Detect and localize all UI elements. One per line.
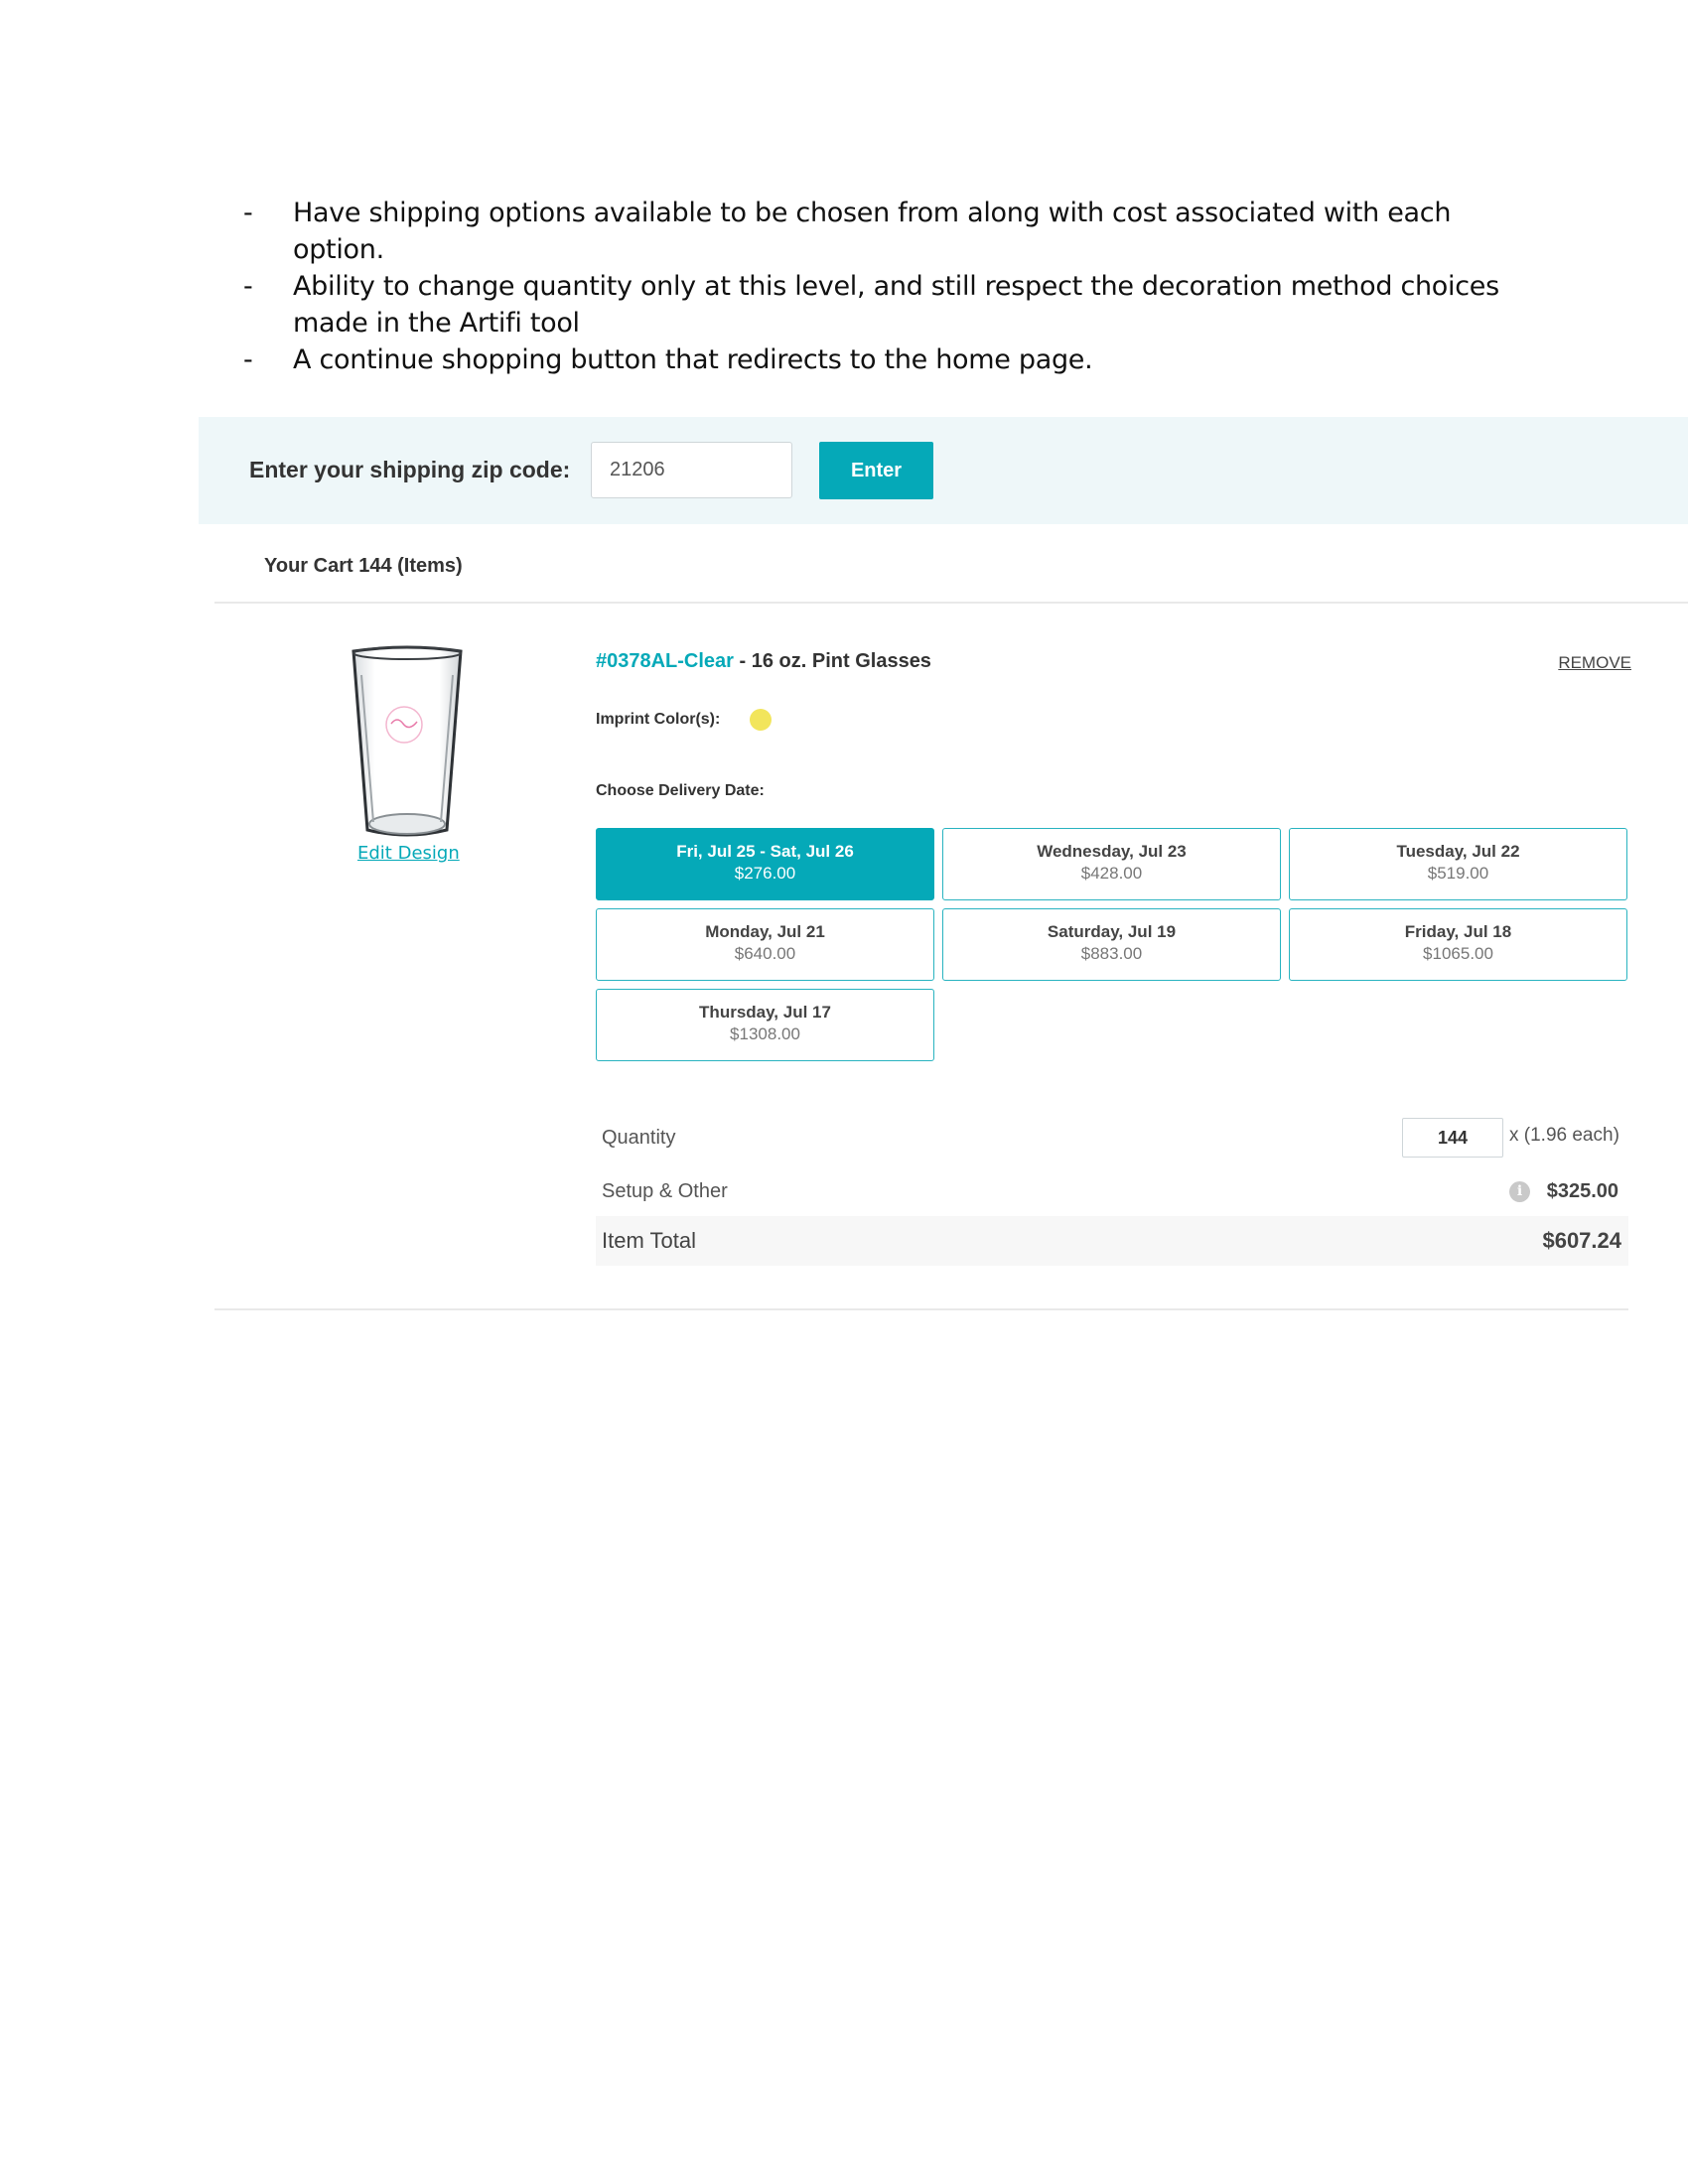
delivery-date-label: Choose Delivery Date: xyxy=(596,782,765,799)
list-item: - Ability to change quantity only at this… xyxy=(243,271,1499,339)
delivery-option[interactable]: Wednesday, Jul 23 $428.00 xyxy=(942,828,1281,900)
product-name: - 16 oz. Pint Glasses xyxy=(733,650,931,672)
quantity-label: Quantity xyxy=(602,1127,676,1149)
delivery-option[interactable]: Tuesday, Jul 22 $519.00 xyxy=(1289,828,1627,900)
product-sku-link[interactable]: #0378AL-Clear xyxy=(596,650,734,672)
delivery-date: Tuesday, Jul 22 xyxy=(1396,842,1520,861)
product-title: #0378AL-Clear - 16 oz. Pint Glasses xyxy=(596,650,931,673)
cart-heading: Your Cart 144 (Items) xyxy=(264,555,463,577)
delivery-price: $428.00 xyxy=(1080,864,1143,883)
list-item: -A continue shopping button that redirec… xyxy=(243,344,1093,375)
setup-label: Setup & Other xyxy=(602,1180,728,1202)
imprint-color-label: Imprint Color(s): xyxy=(596,711,721,728)
enter-button[interactable]: Enter xyxy=(819,442,933,499)
note-text: Have shipping options available to be ch… xyxy=(293,198,1452,265)
delivery-date: Wednesday, Jul 23 xyxy=(1037,842,1187,861)
note-text: A continue shopping button that redirect… xyxy=(293,344,1093,375)
delivery-date: Saturday, Jul 19 xyxy=(1047,922,1177,941)
delivery-option[interactable]: Saturday, Jul 19 $883.00 xyxy=(942,908,1281,981)
delivery-price: $276.00 xyxy=(734,864,796,883)
setup-value: $325.00 xyxy=(1546,1180,1618,1202)
delivery-date: Monday, Jul 21 xyxy=(705,922,825,941)
info-icon[interactable]: i xyxy=(1509,1181,1530,1202)
delivery-price: $1065.00 xyxy=(1423,944,1493,963)
delivery-date: Fri, Jul 25 - Sat, Jul 26 xyxy=(676,842,854,861)
zip-input[interactable] xyxy=(591,442,792,498)
delivery-option[interactable]: Friday, Jul 18 $1065.00 xyxy=(1289,908,1627,981)
delivery-option[interactable]: Monday, Jul 21 $640.00 xyxy=(596,908,934,981)
remove-link[interactable]: REMOVE xyxy=(1558,653,1631,673)
delivery-price: $519.00 xyxy=(1427,864,1489,883)
item-total-value: $607.24 xyxy=(1542,1228,1621,1253)
shipping-zip-bar: Enter your shipping zip code: Enter xyxy=(199,417,1688,524)
pint-glass-image xyxy=(352,645,463,837)
note-text: Ability to change quantity only at this … xyxy=(293,271,1499,339)
delivery-option[interactable]: Fri, Jul 25 - Sat, Jul 26 $276.00 xyxy=(596,828,934,900)
requirements-list: - Have shipping options available to be c… xyxy=(243,195,1534,378)
delivery-price: $1308.00 xyxy=(730,1024,800,1043)
quantity-input[interactable] xyxy=(1402,1118,1503,1158)
list-item: - Have shipping options available to be c… xyxy=(243,198,1452,265)
imprint-color-swatch xyxy=(750,709,772,731)
delivery-option[interactable]: Thursday, Jul 17 $1308.00 xyxy=(596,989,934,1061)
edit-design-link[interactable]: Edit Design xyxy=(357,843,460,864)
delivery-price: $883.00 xyxy=(1080,944,1143,963)
delivery-date: Friday, Jul 18 xyxy=(1404,922,1512,941)
divider xyxy=(214,602,1688,604)
item-total-label: Item Total xyxy=(602,1228,696,1253)
zip-label: Enter your shipping zip code: xyxy=(249,457,571,482)
item-total-row: Item Total $607.24 xyxy=(596,1216,1628,1266)
unit-price: x (1.96 each) xyxy=(1509,1125,1619,1146)
delivery-date: Thursday, Jul 17 xyxy=(699,1003,831,1022)
divider xyxy=(214,1308,1628,1310)
delivery-price: $640.00 xyxy=(734,944,796,963)
